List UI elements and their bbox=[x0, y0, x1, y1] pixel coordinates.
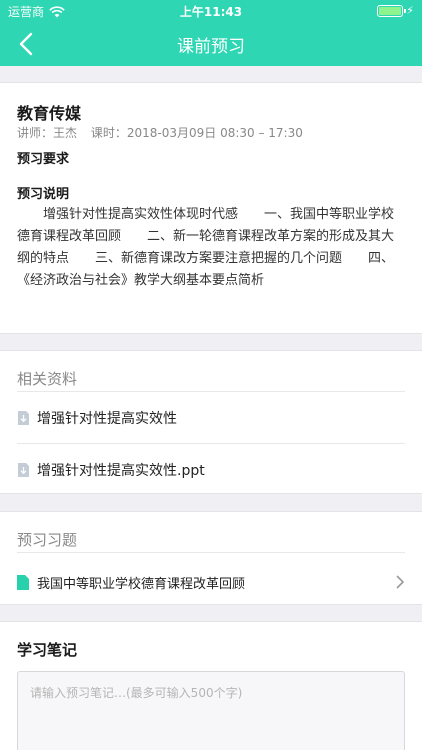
schedule-label: 课时：2018-03月09日 08:30 – 17:30 bbox=[90, 126, 303, 140]
notes-heading: 学习笔记 bbox=[17, 641, 78, 659]
notes-card: 学习笔记 bbox=[0, 621, 422, 750]
exercises-card: 预习习题 我国中等职业学校德育课程改革回顾 bbox=[0, 511, 422, 605]
lecturer-label: 讲师：王杰 bbox=[17, 126, 78, 140]
nav-bar: 课前预习 bbox=[0, 22, 422, 66]
document-icon bbox=[17, 574, 29, 590]
course-title: 教育传媒 bbox=[17, 104, 82, 123]
chevron-right-icon bbox=[396, 575, 405, 589]
materials-heading: 相关资料 bbox=[17, 370, 78, 388]
status-time: 上午11:43 bbox=[179, 5, 243, 19]
exercises-heading: 预习习题 bbox=[17, 531, 78, 549]
status-bar: 运营商 上午11:43 ⚡ bbox=[0, 0, 422, 22]
description-label: 预习说明 bbox=[17, 187, 70, 202]
course-meta: 讲师：王杰 课时：2018-03月09日 08:30 – 17:30 bbox=[17, 124, 313, 141]
description-text: 增强针对性提高实效性体现时代感 一、我国中等职业学校德育课程改革回顾 二、新一轮… bbox=[17, 207, 395, 288]
app-header: 运营商 上午11:43 ⚡ 课前预习 bbox=[0, 0, 422, 66]
requirement-label: 预习要求 bbox=[17, 152, 70, 167]
file-download-icon bbox=[18, 411, 29, 425]
file-name: 增强针对性提高实效性 bbox=[37, 411, 177, 427]
exercise-item[interactable]: 我国中等职业学校德育课程改革回顾 bbox=[17, 562, 405, 602]
charging-bolt-icon: ⚡ bbox=[406, 4, 414, 17]
file-name: 增强针对性提高实效性.ppt bbox=[37, 463, 205, 479]
course-card: 教育传媒 讲师：王杰 课时：2018-03月09日 08:30 – 17:30 … bbox=[0, 82, 422, 334]
divider bbox=[17, 552, 405, 553]
materials-card: 相关资料 增强针对性提高实效性 增强针对性提高实效性.ppt bbox=[0, 350, 422, 494]
notes-input[interactable] bbox=[17, 671, 405, 750]
material-file-row[interactable]: 增强针对性提高实效性 bbox=[17, 392, 405, 444]
material-file-row[interactable]: 增强针对性提高实效性.ppt bbox=[17, 444, 405, 496]
status-right: ⚡ bbox=[377, 4, 414, 17]
file-download-icon bbox=[18, 463, 29, 477]
page-title: 课前预习 bbox=[177, 37, 245, 57]
battery-icon bbox=[377, 4, 407, 17]
exercise-name: 我国中等职业学校德育课程改革回顾 bbox=[37, 576, 246, 592]
